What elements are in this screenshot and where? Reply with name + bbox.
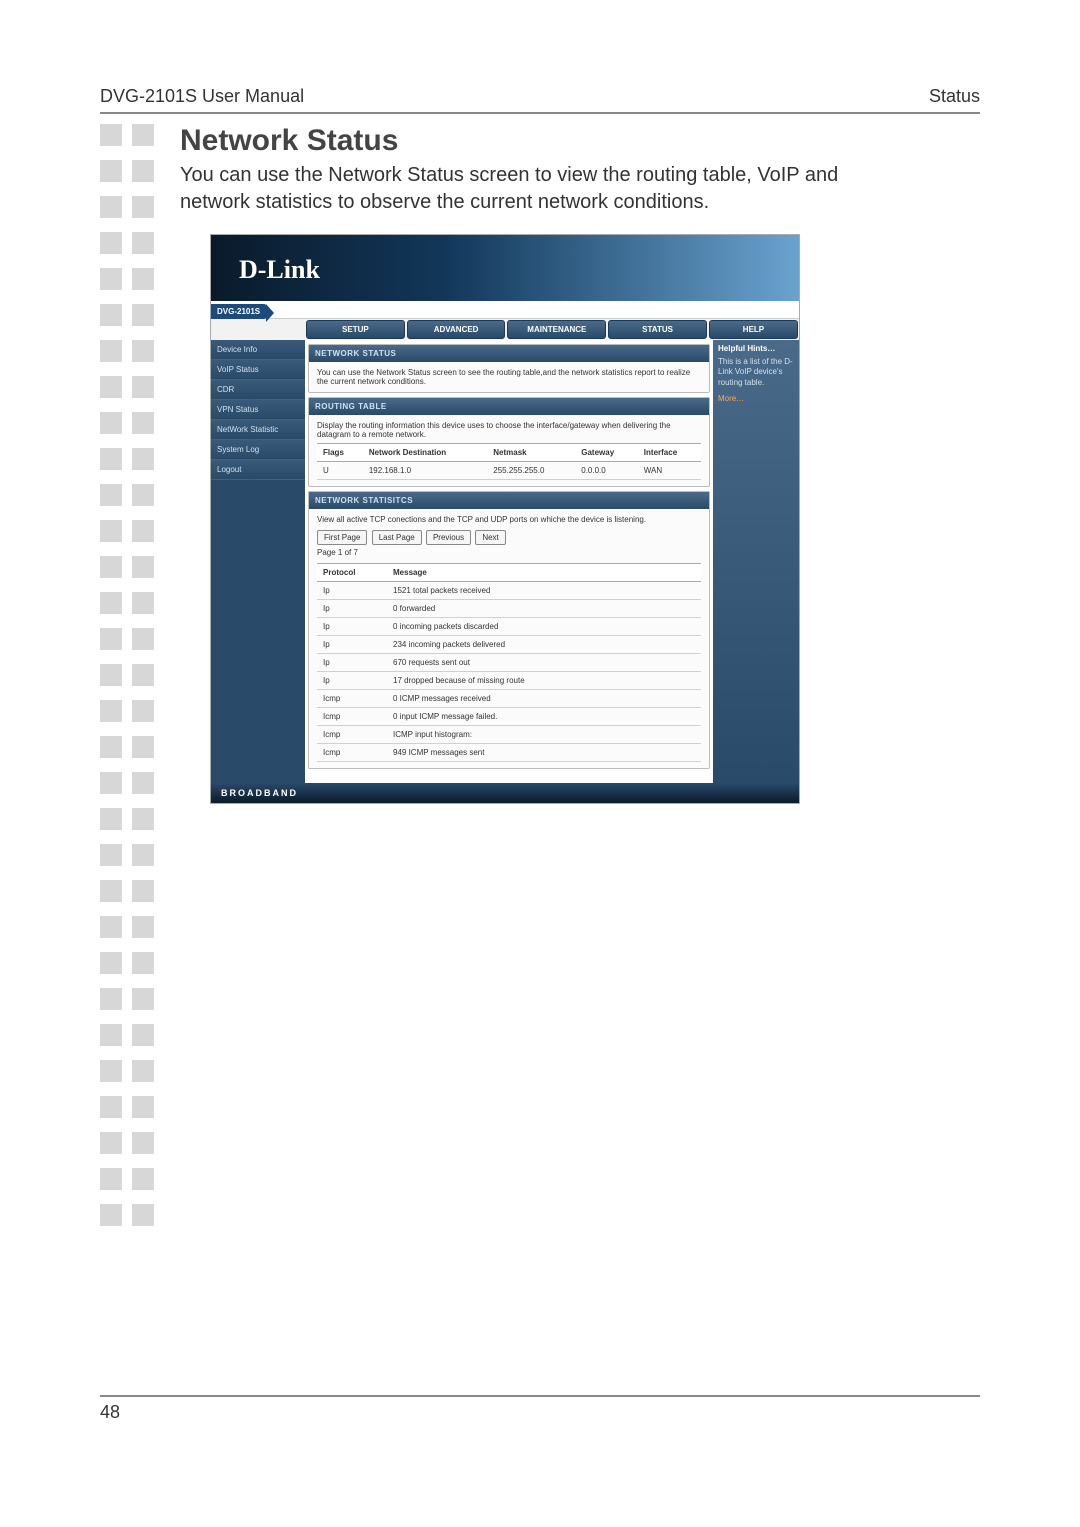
cell-message: 0 incoming packets discarded bbox=[387, 618, 701, 636]
cell-protocol: Ip bbox=[317, 672, 387, 690]
help-text: This is a list of the D-Link VoIP device… bbox=[718, 357, 794, 388]
more-link[interactable]: More… bbox=[718, 394, 794, 403]
model-tab: DVG-2101S bbox=[211, 304, 266, 319]
cell-protocol: Icmp bbox=[317, 726, 387, 744]
cell-message: ICMP input histogram: bbox=[387, 726, 701, 744]
routing-table: Flags Network Destination Netmask Gatewa… bbox=[317, 443, 701, 480]
cell-message: 670 requests sent out bbox=[387, 654, 701, 672]
network-statistics-heading: NETWORK STATISITCS bbox=[309, 492, 709, 509]
table-row: Ip17 dropped because of missing route bbox=[317, 672, 701, 690]
next-button[interactable]: Next bbox=[475, 530, 505, 545]
nav-help[interactable]: HELP bbox=[709, 320, 798, 339]
col-protocol: Protocol bbox=[317, 564, 387, 582]
doc-header-left: DVG-2101S User Manual bbox=[100, 86, 304, 107]
nav-maintenance[interactable]: MAINTENANCE bbox=[507, 320, 606, 339]
page-title: Network Status bbox=[180, 124, 980, 158]
nav-advanced[interactable]: ADVANCED bbox=[407, 320, 506, 339]
cell-flags: U bbox=[317, 462, 363, 480]
router-ui-screenshot: D-Link DVG-2101S SETUP ADVANCED MAINTENA… bbox=[210, 234, 800, 804]
cell-message: 0 input ICMP message failed. bbox=[387, 708, 701, 726]
table-row: U 192.168.1.0 255.255.255.0 0.0.0.0 WAN bbox=[317, 462, 701, 480]
cell-gateway: 0.0.0.0 bbox=[575, 462, 638, 480]
brand-bar: D-Link bbox=[211, 235, 799, 301]
table-row: Ip1521 total packets received bbox=[317, 582, 701, 600]
nav-setup[interactable]: SETUP bbox=[306, 320, 405, 339]
cell-message: 17 dropped because of missing route bbox=[387, 672, 701, 690]
sidebar: Device Info VoIP Status CDR VPN Status N… bbox=[211, 340, 305, 783]
cell-protocol: Ip bbox=[317, 582, 387, 600]
cell-protocol: Ip bbox=[317, 600, 387, 618]
cell-protocol: Icmp bbox=[317, 708, 387, 726]
previous-button[interactable]: Previous bbox=[426, 530, 471, 545]
table-row: Ip0 incoming packets discarded bbox=[317, 618, 701, 636]
pager: First Page Last Page Previous Next Page … bbox=[317, 530, 701, 557]
footer-bar: BROADBAND bbox=[211, 783, 799, 803]
intro-text: You can use the Network Status screen to… bbox=[180, 162, 880, 216]
routing-table-heading: ROUTING TABLE bbox=[309, 398, 709, 415]
sidebar-item-cdr[interactable]: CDR bbox=[211, 380, 305, 400]
sidebar-item-logout[interactable]: Logout bbox=[211, 460, 305, 480]
col-network-destination: Network Destination bbox=[363, 444, 487, 462]
last-page-button[interactable]: Last Page bbox=[372, 530, 422, 545]
model-row: DVG-2101S bbox=[211, 301, 799, 319]
col-netmask: Netmask bbox=[487, 444, 575, 462]
cell-protocol: Ip bbox=[317, 654, 387, 672]
main-panel: NETWORK STATUS You can use the Network S… bbox=[305, 340, 713, 783]
footer-rule bbox=[100, 1395, 980, 1397]
help-heading: Helpful Hints… bbox=[718, 344, 794, 353]
table-row: Icmp0 input ICMP message failed. bbox=[317, 708, 701, 726]
col-gateway: Gateway bbox=[575, 444, 638, 462]
cell-message: 0 ICMP messages received bbox=[387, 690, 701, 708]
network-status-panel: NETWORK STATUS You can use the Network S… bbox=[308, 344, 710, 393]
cell-message: 949 ICMP messages sent bbox=[387, 744, 701, 762]
help-panel: Helpful Hints… This is a list of the D-L… bbox=[713, 340, 799, 783]
brand-logo: D-Link bbox=[239, 255, 320, 285]
first-page-button[interactable]: First Page bbox=[317, 530, 367, 545]
cell-message: 234 incoming packets delivered bbox=[387, 636, 701, 654]
page-number: 48 bbox=[100, 1402, 120, 1423]
network-status-text: You can use the Network Status screen to… bbox=[309, 362, 709, 392]
cell-protocol: Ip bbox=[317, 636, 387, 654]
col-message: Message bbox=[387, 564, 701, 582]
page-info: Page 1 of 7 bbox=[317, 548, 701, 557]
sidebar-item-network-statistic[interactable]: NetWork Statistic bbox=[211, 420, 305, 440]
cell-protocol: Ip bbox=[317, 618, 387, 636]
cell-protocol: Icmp bbox=[317, 690, 387, 708]
sidebar-item-device-info[interactable]: Device Info bbox=[211, 340, 305, 360]
routing-table-text: Display the routing information this dev… bbox=[317, 421, 701, 439]
cell-netmask: 255.255.255.0 bbox=[487, 462, 575, 480]
col-flags: Flags bbox=[317, 444, 363, 462]
doc-header-right: Status bbox=[929, 86, 980, 107]
table-row: Ip670 requests sent out bbox=[317, 654, 701, 672]
sidebar-item-vpn-status[interactable]: VPN Status bbox=[211, 400, 305, 420]
cell-protocol: Icmp bbox=[317, 744, 387, 762]
nav-status[interactable]: STATUS bbox=[608, 320, 707, 339]
sidebar-item-system-log[interactable]: System Log bbox=[211, 440, 305, 460]
table-row: Ip234 incoming packets delivered bbox=[317, 636, 701, 654]
sidebar-item-voip-status[interactable]: VoIP Status bbox=[211, 360, 305, 380]
cell-destination: 192.168.1.0 bbox=[363, 462, 487, 480]
network-status-heading: NETWORK STATUS bbox=[309, 345, 709, 362]
statistics-table: Protocol Message Ip1521 total packets re… bbox=[317, 563, 701, 762]
table-row: Ip0 forwarded bbox=[317, 600, 701, 618]
cell-interface: WAN bbox=[638, 462, 701, 480]
routing-table-panel: ROUTING TABLE Display the routing inform… bbox=[308, 397, 710, 487]
col-interface: Interface bbox=[638, 444, 701, 462]
network-statistics-text: View all active TCP conections and the T… bbox=[317, 515, 701, 524]
top-nav: SETUP ADVANCED MAINTENANCE STATUS HELP bbox=[211, 319, 799, 340]
header-rule bbox=[100, 112, 980, 114]
table-row: Icmp949 ICMP messages sent bbox=[317, 744, 701, 762]
decorative-block-column bbox=[100, 124, 160, 1240]
cell-message: 0 forwarded bbox=[387, 600, 701, 618]
table-row: Icmp0 ICMP messages received bbox=[317, 690, 701, 708]
network-statistics-panel: NETWORK STATISITCS View all active TCP c… bbox=[308, 491, 710, 769]
table-row: IcmpICMP input histogram: bbox=[317, 726, 701, 744]
cell-message: 1521 total packets received bbox=[387, 582, 701, 600]
